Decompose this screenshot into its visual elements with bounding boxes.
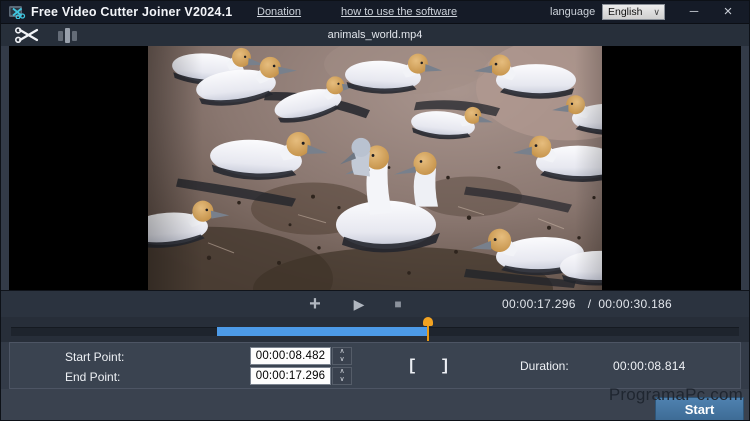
start-point-input[interactable] [250,347,331,365]
app-window: Free Video Cutter Joiner V2024.1 Donatio… [0,0,750,421]
play-button[interactable]: ▶ [346,291,372,318]
duration-value: 00:00:08.814 [613,354,685,378]
end-spin-up-icon[interactable]: ∧ [333,368,351,376]
start-spin-down-icon[interactable]: ∨ [333,356,351,364]
start-point-label: Start Point: [65,348,124,366]
video-player-stage [9,46,741,290]
time-separator: / [588,297,592,311]
minimize-button[interactable]: ─ [681,1,707,23]
current-time: 00:00:17.296 [502,297,576,311]
language-value: English [608,6,642,18]
end-point-input[interactable] [250,367,331,385]
seek-bar-row [1,317,749,342]
mode-toolbar: animals_world.mp4 [1,23,749,46]
donation-link[interactable]: Donation [257,1,301,23]
selection-range-bar [217,327,428,336]
cut-settings-panel: Start Point: ∧ ∨ End Point: ∧ ∨ [ ] Dura… [9,342,741,389]
app-logo-icon [9,4,26,19]
chevron-down-icon: ∨ [653,5,660,19]
duration-label: Duration: [520,354,569,378]
help-link[interactable]: how to use the software [341,1,457,23]
title-bar: Free Video Cutter Joiner V2024.1 Donatio… [1,1,749,23]
end-point-stepper[interactable]: ∧ ∨ [332,367,352,385]
total-time: 00:00:30.186 [598,297,672,311]
playback-controls: + ▶ ■ 00:00:17.296 / 00:00:30.186 [1,290,749,317]
video-preview[interactable] [148,46,602,290]
watermark-text: ProgramaPc.com [609,385,743,405]
gannet-colony-frame [148,46,602,290]
end-spin-down-icon[interactable]: ∨ [333,376,351,384]
loaded-filename: animals_world.mp4 [1,24,749,47]
window-title: Free Video Cutter Joiner V2024.1 [31,1,232,23]
language-dropdown[interactable]: English ∨ [602,4,665,20]
footer-bar: Start ProgramaPc.com [1,389,749,421]
playhead-marker[interactable] [423,317,433,326]
start-spin-up-icon[interactable]: ∧ [333,348,351,356]
stop-button[interactable]: ■ [385,291,411,318]
time-display: 00:00:17.296 / 00:00:30.186 [502,291,672,318]
set-end-point-button[interactable]: ] [434,354,456,378]
end-point-label: End Point: [65,368,120,386]
set-start-point-button[interactable]: [ [401,354,423,378]
language-label: language [550,1,595,23]
add-file-button[interactable]: + [302,291,328,318]
close-button[interactable]: × [715,1,741,23]
start-point-stepper[interactable]: ∧ ∨ [332,347,352,365]
